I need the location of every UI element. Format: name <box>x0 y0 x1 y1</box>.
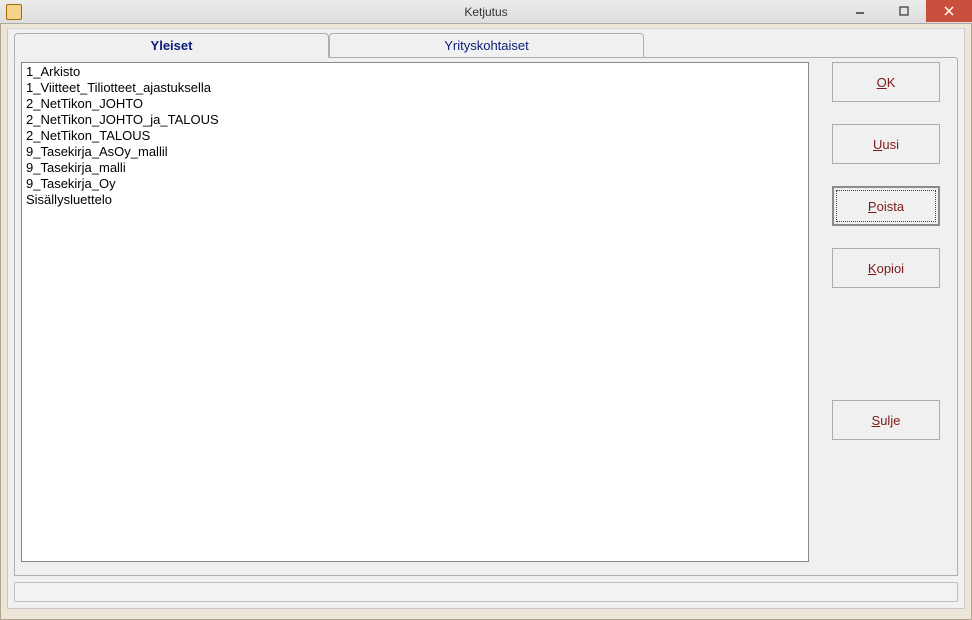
close-button[interactable]: Sulje <box>832 400 940 440</box>
close-rest: ulje <box>880 413 900 428</box>
list-item[interactable]: 9_Tasekirja_Oy <box>24 176 806 192</box>
maximize-button[interactable] <box>882 0 926 22</box>
ok-rest: K <box>887 75 896 90</box>
list-item[interactable]: 9_Tasekirja_malli <box>24 160 806 176</box>
tab-bar: Yleiset Yrityskohtaiset <box>14 33 958 58</box>
delete-button[interactable]: Poista <box>832 186 940 226</box>
list-item[interactable]: 1_Viitteet_Tiliotteet_ajastuksella <box>24 80 806 96</box>
window-body: Yleiset Yrityskohtaiset 1_Arkisto 1_Viit… <box>0 24 972 620</box>
new-hotkey: U <box>873 137 882 152</box>
window-title: Ketjutus <box>0 5 972 19</box>
list-item[interactable]: Sisällysluettelo <box>24 192 806 208</box>
list-item[interactable]: 9_Tasekirja_AsOy_mallil <box>24 144 806 160</box>
copy-rest: opioi <box>877 261 904 276</box>
copy-hotkey: K <box>868 261 877 276</box>
copy-button[interactable]: Kopioi <box>832 248 940 288</box>
titlebar: Ketjutus <box>0 0 972 24</box>
delete-hotkey: P <box>868 199 877 214</box>
tab-company[interactable]: Yrityskohtaiset <box>329 33 644 58</box>
statusbar <box>14 582 958 602</box>
list-item[interactable]: 2_NetTikon_JOHTO_ja_TALOUS <box>24 112 806 128</box>
minimize-button[interactable] <box>838 0 882 22</box>
app-icon <box>6 4 22 20</box>
window-controls <box>838 0 972 23</box>
tab-panel: 1_Arkisto 1_Viitteet_Tiliotteet_ajastuks… <box>14 57 958 576</box>
list-item[interactable]: 2_NetTikon_TALOUS <box>24 128 806 144</box>
ok-hotkey: O <box>877 75 887 90</box>
new-button[interactable]: Uusi <box>832 124 940 164</box>
list-item[interactable]: 1_Arkisto <box>24 64 806 80</box>
new-rest: usi <box>882 137 899 152</box>
list-item[interactable]: 2_NetTikon_JOHTO <box>24 96 806 112</box>
close-window-button[interactable] <box>926 0 972 22</box>
button-column: OK Uusi Poista Kopioi Sulje <box>809 62 951 575</box>
tab-general[interactable]: Yleiset <box>14 33 329 58</box>
chain-listbox[interactable]: 1_Arkisto 1_Viitteet_Tiliotteet_ajastuks… <box>21 62 809 562</box>
close-hotkey: S <box>872 413 881 428</box>
inner-frame: Yleiset Yrityskohtaiset 1_Arkisto 1_Viit… <box>7 28 965 609</box>
delete-rest: oista <box>877 199 904 214</box>
ok-button[interactable]: OK <box>832 62 940 102</box>
